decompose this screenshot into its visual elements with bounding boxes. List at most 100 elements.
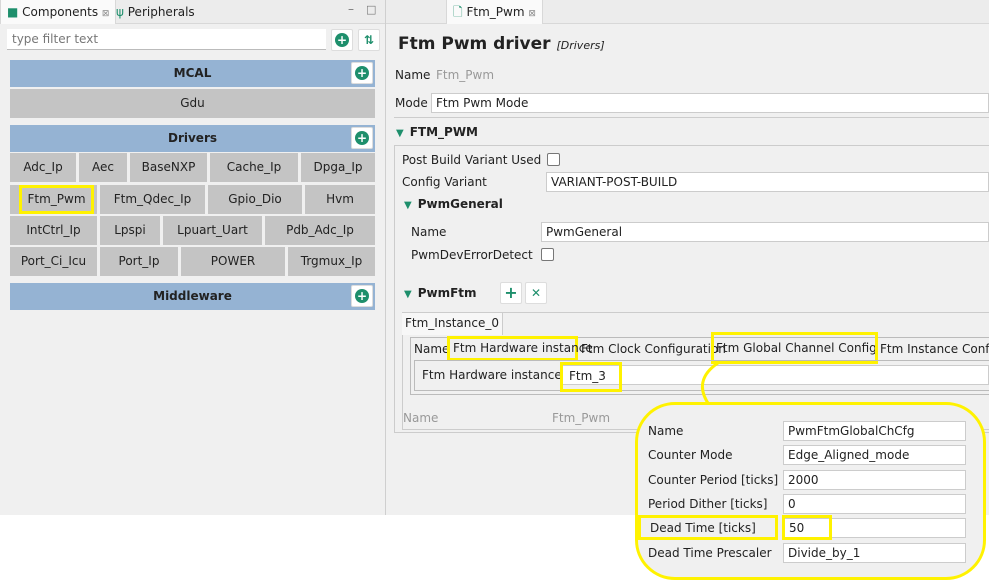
divider bbox=[394, 117, 989, 118]
add-middleware-button[interactable]: + bbox=[351, 285, 373, 307]
tab-peripherals[interactable]: ψ Peripherals bbox=[110, 0, 201, 24]
section-pwm-ftm[interactable]: ▼ PwmFtm bbox=[404, 286, 477, 300]
file-icon: 🗋 bbox=[453, 5, 463, 19]
tab-components[interactable]: ■ Components ⊠ bbox=[0, 0, 117, 24]
callout-label: Dead Time Prescaler bbox=[648, 546, 772, 560]
callout-global-channel-config: Name PwmFtmGlobalChCfg Counter Mode Edge… bbox=[635, 402, 986, 580]
name-value: Ftm_Pwm bbox=[436, 68, 495, 82]
callout-label: Counter Period [ticks] bbox=[648, 473, 779, 487]
component-button[interactable]: Ftm_Qdec_Ip bbox=[100, 185, 205, 214]
close-icon: ✕ bbox=[530, 286, 542, 300]
section-title: PwmGeneral bbox=[417, 197, 503, 211]
close-icon[interactable]: ⊠ bbox=[102, 9, 110, 19]
section-pwm-general[interactable]: ▼ PwmGeneral bbox=[404, 197, 503, 211]
callout-field[interactable]: Edge_Aligned_mode bbox=[783, 445, 966, 465]
component-button[interactable]: Port_Ip bbox=[100, 247, 178, 276]
minimize-icon[interactable]: – bbox=[348, 2, 354, 16]
dev-error-checkbox[interactable] bbox=[541, 248, 554, 261]
pwm-general-name-label: Name bbox=[411, 225, 447, 239]
mode-label: Mode bbox=[395, 96, 428, 110]
callout-label: Counter Mode bbox=[648, 448, 733, 462]
tab-label: Ftm_Pwm bbox=[466, 5, 525, 19]
add-mcal-button[interactable]: + bbox=[351, 62, 373, 84]
component-button[interactable]: POWER bbox=[181, 247, 285, 276]
group-title: MCAL bbox=[173, 66, 212, 80]
add-component-button[interactable]: + bbox=[331, 29, 353, 51]
footer-name-label: Name bbox=[403, 411, 439, 425]
add-instance-button[interactable]: + bbox=[500, 282, 522, 304]
callout-field[interactable]: 2000 bbox=[783, 470, 966, 490]
filter-input[interactable]: type filter text bbox=[7, 29, 326, 50]
tab-ftm-pwm[interactable]: 🗋 Ftm_Pwm ⊠ bbox=[446, 0, 543, 24]
hw-instance-label: Ftm Hardware instance bbox=[422, 368, 562, 382]
tab-label: Components bbox=[22, 5, 99, 19]
plus-icon: + bbox=[355, 289, 369, 303]
title-text: Ftm Pwm driver bbox=[398, 34, 551, 54]
component-button[interactable]: BaseNXP bbox=[130, 153, 207, 182]
highlight-box: Ftm_Pwm bbox=[19, 185, 94, 214]
close-icon[interactable]: ⊠ bbox=[528, 9, 536, 19]
group-title: Middleware bbox=[153, 289, 232, 303]
component-ftm-pwm[interactable]: Ftm_Pwm bbox=[10, 185, 97, 214]
pwm-general-name-field[interactable]: PwmGeneral bbox=[541, 222, 989, 242]
post-build-label: Post Build Variant Used bbox=[402, 153, 542, 167]
component-button[interactable]: Lpuart_Uart bbox=[163, 216, 262, 245]
component-button[interactable]: Port_Ci_Icu bbox=[10, 247, 97, 276]
callout-label: Period Dither [ticks] bbox=[648, 497, 768, 511]
add-driver-button[interactable]: + bbox=[351, 127, 373, 149]
editor-tabbar: 🗋 Ftm_Pwm ⊠ bbox=[386, 0, 989, 24]
name-label: Name bbox=[395, 68, 431, 82]
component-button[interactable]: Cache_Ip bbox=[210, 153, 298, 182]
subtab-instance-config[interactable]: Ftm Instance Configu bbox=[880, 342, 989, 356]
group-header-middleware[interactable]: Middleware + bbox=[10, 283, 375, 310]
group-header-mcal[interactable]: MCAL + bbox=[10, 60, 375, 87]
hw-instance-field[interactable] bbox=[562, 365, 989, 385]
component-button[interactable]: Lpspi bbox=[100, 216, 160, 245]
maximize-icon[interactable]: □ bbox=[366, 3, 376, 16]
plus-icon: + bbox=[355, 131, 369, 145]
dead-time-value: 50 bbox=[782, 515, 832, 540]
components-icon: ■ bbox=[7, 5, 19, 19]
footer-name-value: Ftm_Pwm bbox=[552, 411, 611, 425]
sort-icon: ⇅ bbox=[363, 33, 375, 47]
section-title: FTM_PWM bbox=[409, 125, 478, 139]
component-button[interactable]: Dpga_Ip bbox=[301, 153, 375, 182]
sort-button[interactable]: ⇅ bbox=[358, 29, 380, 51]
subtab-clock-config[interactable]: Ftm Clock Configuration bbox=[581, 342, 726, 356]
category-label: [Drivers] bbox=[556, 39, 605, 52]
tab-label: Peripherals bbox=[127, 5, 195, 19]
config-variant-label: Config Variant bbox=[402, 175, 487, 189]
subtab-name[interactable]: Name bbox=[414, 342, 449, 356]
subtab-hardware-instance[interactable]: Ftm Hardware instance bbox=[447, 336, 593, 361]
usb-icon: ψ bbox=[116, 5, 124, 19]
post-build-checkbox[interactable] bbox=[547, 153, 560, 166]
plus-icon: + bbox=[504, 283, 518, 302]
component-button[interactable]: Adc_Ip bbox=[10, 153, 76, 182]
page-title: Ftm Pwm driver [Drivers] bbox=[398, 34, 605, 54]
chevron-down-icon: ▼ bbox=[396, 128, 404, 139]
callout-field[interactable]: PwmFtmGlobalChCfg bbox=[783, 421, 966, 441]
section-ftm-pwm[interactable]: ▼ FTM_PWM bbox=[396, 125, 478, 139]
group-header-drivers[interactable]: Drivers + bbox=[10, 125, 375, 152]
mode-field[interactable]: Ftm Pwm Mode bbox=[431, 93, 989, 113]
config-variant-field[interactable]: VARIANT-POST-BUILD bbox=[546, 172, 989, 192]
plus-icon: + bbox=[355, 66, 369, 80]
chevron-down-icon: ▼ bbox=[404, 200, 412, 211]
component-button[interactable]: IntCtrl_Ip bbox=[10, 216, 97, 245]
tab-ftm-instance-0[interactable]: Ftm_Instance_0 bbox=[402, 313, 503, 335]
hw-instance-value: Ftm_3 bbox=[560, 362, 622, 392]
plus-icon: + bbox=[335, 33, 349, 47]
callout-field[interactable]: Divide_by_1 bbox=[783, 543, 966, 563]
dev-error-label: PwmDevErrorDetect bbox=[411, 248, 533, 262]
callout-field[interactable]: 0 bbox=[783, 494, 966, 514]
remove-instance-button[interactable]: ✕ bbox=[525, 282, 547, 304]
component-button[interactable]: Trgmux_Ip bbox=[288, 247, 375, 276]
component-button[interactable]: Gpio_Dio bbox=[208, 185, 302, 214]
component-gdu[interactable]: Gdu bbox=[10, 89, 375, 118]
section-title: PwmFtm bbox=[417, 286, 477, 300]
components-panel: ■ Components ⊠ ψ Peripherals – □ type fi… bbox=[0, 0, 386, 515]
component-button[interactable]: Aec bbox=[79, 153, 127, 182]
component-button[interactable]: Pdb_Adc_Ip bbox=[265, 216, 375, 245]
panel-tabbar: ■ Components ⊠ ψ Peripherals – □ bbox=[0, 0, 385, 24]
component-button[interactable]: Hvm bbox=[305, 185, 375, 214]
